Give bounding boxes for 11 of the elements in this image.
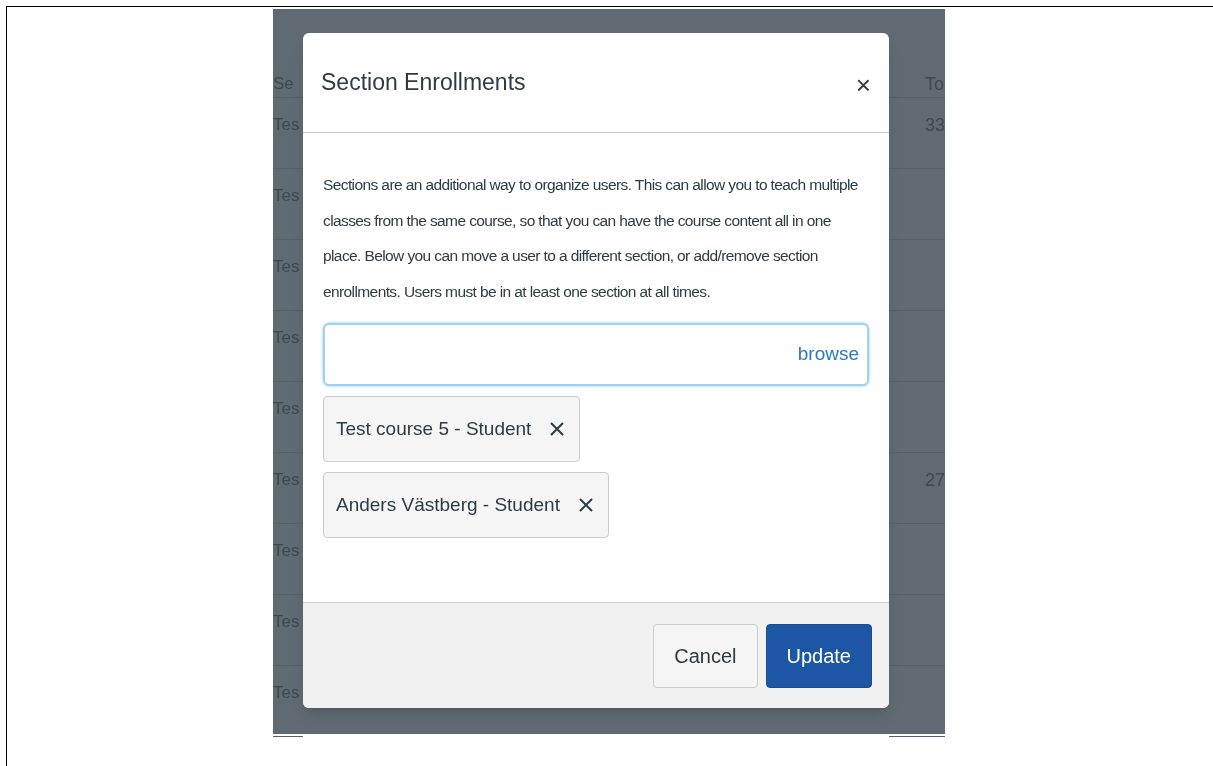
close-button[interactable]: × [855,71,871,98]
dialog-description: Sections are an additional way to organize users. This can allow you to teach multiple classes from the same course, so that you can have the course content all in one place. Below you can move a user to a different section, or add/remove section enrollments. Users must be in at least one section at all times. [323,175,859,302]
dialog-title: Section Enrollments [321,68,526,98]
browse-link[interactable]: browse [797,340,859,369]
enrollment-label: Test course 5 - Student [336,416,532,441]
cancel-button[interactable]: Cancel [653,623,758,688]
enrollment-label: Anders Västberg - Student [336,492,560,517]
remove-icon[interactable] [549,421,566,437]
search-field[interactable]: browse [323,323,869,386]
remove-icon[interactable] [577,497,594,513]
update-button[interactable]: Update [765,623,872,688]
